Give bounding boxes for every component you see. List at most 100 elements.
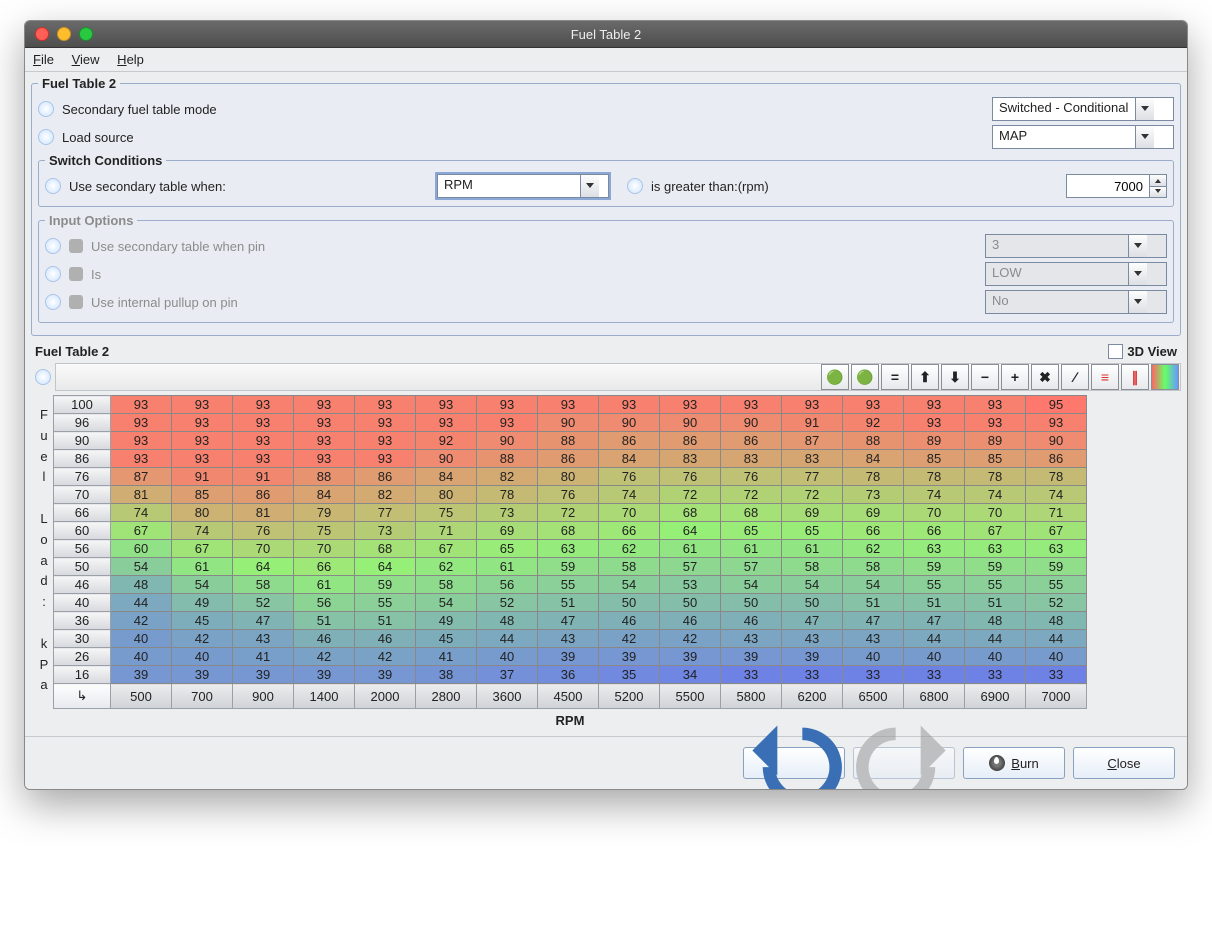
- row-header[interactable]: 76: [54, 468, 111, 486]
- table-cell[interactable]: 44: [965, 630, 1026, 648]
- table-cell[interactable]: 58: [599, 558, 660, 576]
- table-cell[interactable]: 83: [660, 450, 721, 468]
- row-header[interactable]: 96: [54, 414, 111, 432]
- interpolate-v-button[interactable]: ∥: [1121, 364, 1149, 390]
- table-cell[interactable]: 51: [965, 594, 1026, 612]
- table-cell[interactable]: 54: [721, 576, 782, 594]
- table-cell[interactable]: 55: [538, 576, 599, 594]
- table-cell[interactable]: 93: [294, 450, 355, 468]
- table-cell[interactable]: 40: [904, 648, 965, 666]
- table-cell[interactable]: 40: [843, 648, 904, 666]
- table-cell[interactable]: 87: [782, 432, 843, 450]
- table-cell[interactable]: 74: [965, 486, 1026, 504]
- table-cell[interactable]: 76: [660, 468, 721, 486]
- table-cell[interactable]: 55: [1026, 576, 1087, 594]
- table-cell[interactable]: 70: [904, 504, 965, 522]
- table-cell[interactable]: 47: [538, 612, 599, 630]
- table-cell[interactable]: 47: [233, 612, 294, 630]
- table-cell[interactable]: 72: [782, 486, 843, 504]
- table-cell[interactable]: 50: [721, 594, 782, 612]
- menu-view[interactable]: View: [72, 52, 100, 67]
- table-cell[interactable]: 90: [721, 414, 782, 432]
- table-cell[interactable]: 59: [904, 558, 965, 576]
- table-cell[interactable]: 74: [111, 504, 172, 522]
- row-header[interactable]: 56: [54, 540, 111, 558]
- table-cell[interactable]: 81: [233, 504, 294, 522]
- plus-button[interactable]: +: [1001, 364, 1029, 390]
- table-cell[interactable]: 93: [355, 396, 416, 414]
- table-cell[interactable]: 46: [660, 612, 721, 630]
- table-cell[interactable]: 88: [294, 468, 355, 486]
- table-cell[interactable]: 43: [782, 630, 843, 648]
- table-cell[interactable]: 67: [111, 522, 172, 540]
- table-cell[interactable]: 60: [111, 540, 172, 558]
- table-cell[interactable]: 50: [599, 594, 660, 612]
- table-cell[interactable]: 86: [233, 486, 294, 504]
- col-header[interactable]: 2800: [416, 684, 477, 709]
- table-cell[interactable]: 43: [843, 630, 904, 648]
- table-cell[interactable]: 39: [355, 666, 416, 684]
- table-cell[interactable]: 75: [294, 522, 355, 540]
- table-cell[interactable]: 93: [355, 414, 416, 432]
- col-header[interactable]: 5200: [599, 684, 660, 709]
- table-cell[interactable]: 65: [477, 540, 538, 558]
- table-cell[interactable]: 85: [965, 450, 1026, 468]
- table-cell[interactable]: 91: [233, 468, 294, 486]
- table-cell[interactable]: 56: [477, 576, 538, 594]
- table-cell[interactable]: 80: [538, 468, 599, 486]
- table-cell[interactable]: 41: [416, 648, 477, 666]
- table-cell[interactable]: 62: [599, 540, 660, 558]
- table-cell[interactable]: 39: [111, 666, 172, 684]
- table-cell[interactable]: 82: [355, 486, 416, 504]
- table-cell[interactable]: 39: [294, 666, 355, 684]
- table-cell[interactable]: 46: [294, 630, 355, 648]
- table-cell[interactable]: 70: [294, 540, 355, 558]
- table-cell[interactable]: 39: [233, 666, 294, 684]
- switch-threshold-input[interactable]: [1066, 174, 1167, 198]
- row-header[interactable]: 66: [54, 504, 111, 522]
- table-cell[interactable]: 39: [538, 648, 599, 666]
- table-cell[interactable]: 93: [416, 396, 477, 414]
- table-cell[interactable]: 80: [172, 504, 233, 522]
- table-cell[interactable]: 54: [782, 576, 843, 594]
- table-cell[interactable]: 76: [599, 468, 660, 486]
- table-cell[interactable]: 84: [416, 468, 477, 486]
- menu-file[interactable]: File: [33, 52, 54, 67]
- table-cell[interactable]: 42: [111, 612, 172, 630]
- table-cell[interactable]: 52: [1026, 594, 1087, 612]
- table-cell[interactable]: 42: [599, 630, 660, 648]
- table-cell[interactable]: 72: [721, 486, 782, 504]
- table-cell[interactable]: 51: [355, 612, 416, 630]
- move-down-button[interactable]: ⬇: [941, 364, 969, 390]
- table-cell[interactable]: 85: [904, 450, 965, 468]
- col-header[interactable]: 7000: [1026, 684, 1087, 709]
- table-cell[interactable]: 71: [1026, 504, 1087, 522]
- table-cell[interactable]: 38: [416, 666, 477, 684]
- divide-button[interactable]: ∕: [1061, 364, 1089, 390]
- table-cell[interactable]: 93: [172, 414, 233, 432]
- table-cell[interactable]: 73: [843, 486, 904, 504]
- table-cell[interactable]: 61: [172, 558, 233, 576]
- table-cell[interactable]: 62: [416, 558, 477, 576]
- table-cell[interactable]: 73: [355, 522, 416, 540]
- table-cell[interactable]: 83: [721, 450, 782, 468]
- col-header[interactable]: 1400: [294, 684, 355, 709]
- redo-button[interactable]: [853, 747, 955, 779]
- table-cell[interactable]: 93: [233, 450, 294, 468]
- table-cell[interactable]: 68: [660, 504, 721, 522]
- table-cell[interactable]: 42: [660, 630, 721, 648]
- table-cell[interactable]: 70: [233, 540, 294, 558]
- table-cell[interactable]: 40: [965, 648, 1026, 666]
- table-cell[interactable]: 72: [538, 504, 599, 522]
- table-cell[interactable]: 70: [599, 504, 660, 522]
- table-cell[interactable]: 64: [233, 558, 294, 576]
- table-cell[interactable]: 33: [782, 666, 843, 684]
- table-cell[interactable]: 81: [111, 486, 172, 504]
- table-cell[interactable]: 88: [477, 450, 538, 468]
- row-header[interactable]: 90: [54, 432, 111, 450]
- table-cell[interactable]: 33: [843, 666, 904, 684]
- table-cell[interactable]: 66: [599, 522, 660, 540]
- table-cell[interactable]: 65: [782, 522, 843, 540]
- table-cell[interactable]: 91: [172, 468, 233, 486]
- table-cell[interactable]: 77: [355, 504, 416, 522]
